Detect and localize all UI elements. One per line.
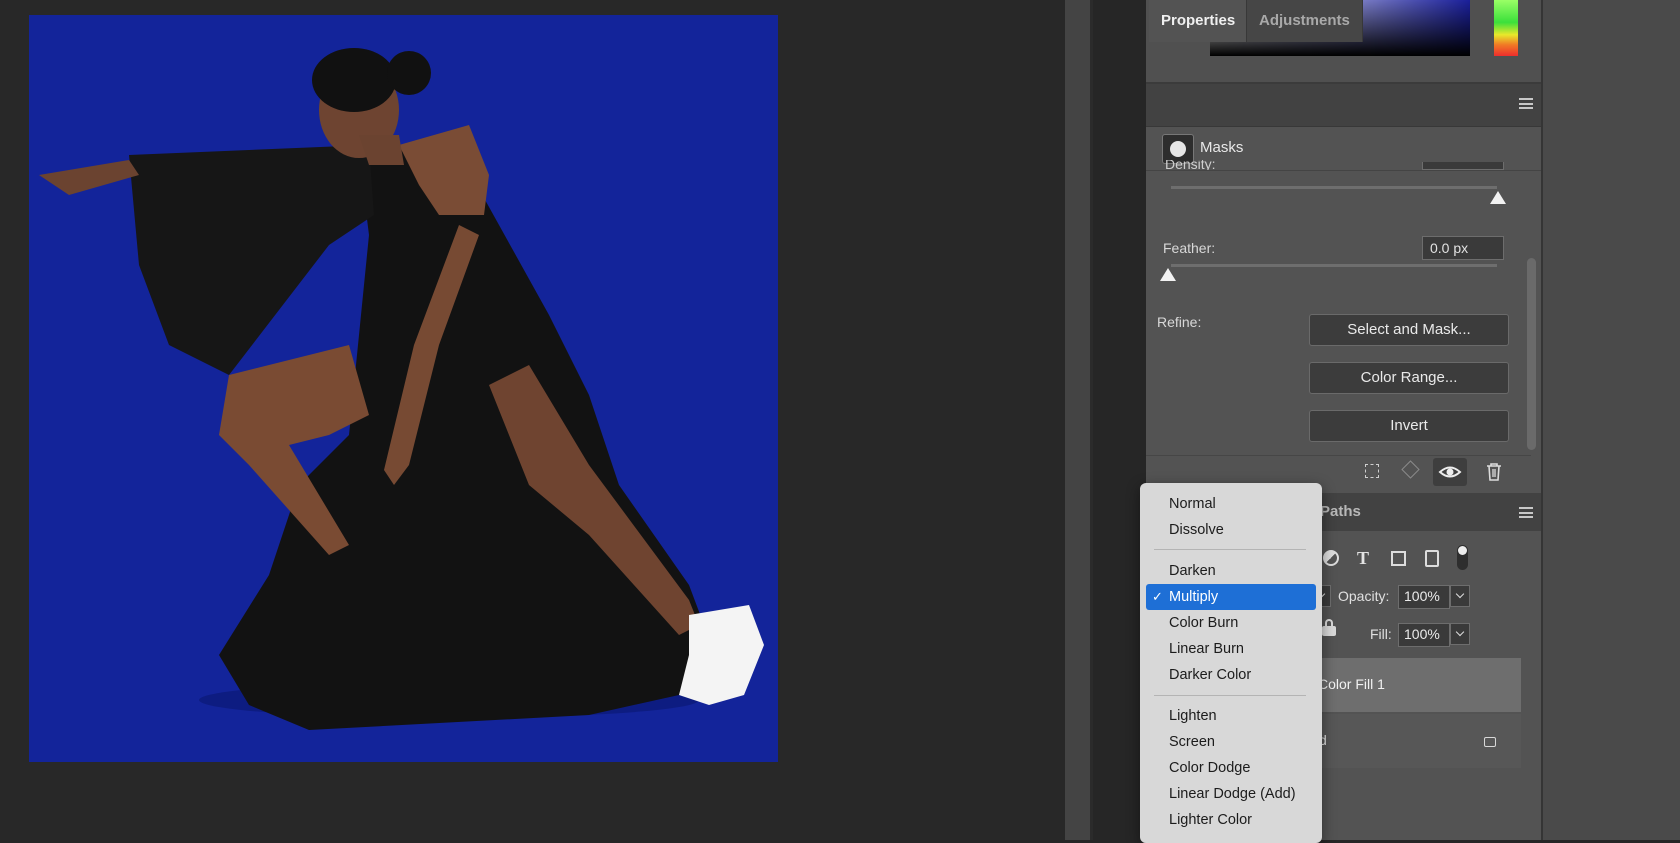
blend-option-darken[interactable]: Darken bbox=[1140, 558, 1322, 584]
masks-heading: Masks bbox=[1200, 139, 1244, 156]
selection-icon[interactable] bbox=[1365, 464, 1379, 478]
blend-option-dissolve[interactable]: Dissolve bbox=[1140, 517, 1322, 543]
fill-label: Fill: bbox=[1370, 626, 1392, 642]
right-dock-strip bbox=[1543, 0, 1680, 840]
properties-scrollbar[interactable] bbox=[1527, 258, 1536, 450]
photo-canvas[interactable] bbox=[29, 15, 778, 762]
feather-slider-thumb[interactable] bbox=[1160, 268, 1176, 281]
blend-option-multiply[interactable]: ✓ Multiply bbox=[1146, 584, 1316, 610]
adjustment-filter-icon[interactable] bbox=[1323, 550, 1339, 566]
blend-option-normal[interactable]: Normal bbox=[1140, 491, 1322, 517]
blend-option-label: Multiply bbox=[1169, 589, 1219, 605]
tab-adjustments[interactable]: Adjustments bbox=[1246, 0, 1363, 42]
smart-object-filter-icon[interactable] bbox=[1425, 550, 1439, 567]
eye-icon bbox=[1438, 466, 1462, 478]
filter-toggle-icon[interactable] bbox=[1457, 545, 1468, 570]
trash-icon[interactable] bbox=[1485, 462, 1503, 485]
masks-separator bbox=[1146, 170, 1541, 171]
opacity-chevron-icon[interactable] bbox=[1450, 585, 1470, 607]
tab-properties[interactable]: Properties bbox=[1149, 0, 1248, 42]
blend-option-color-dodge[interactable]: Color Dodge bbox=[1140, 755, 1322, 781]
blend-option-lighten[interactable]: Lighten bbox=[1140, 703, 1322, 729]
blend-option-linear-dodge[interactable]: Linear Dodge (Add) bbox=[1140, 781, 1322, 807]
shape-filter-icon[interactable] bbox=[1391, 551, 1406, 566]
color-range-button[interactable]: Color Range... bbox=[1309, 362, 1509, 394]
lock-all-icon[interactable] bbox=[1322, 619, 1336, 636]
properties-footer-separator bbox=[1146, 455, 1531, 456]
feather-label: Feather: bbox=[1163, 240, 1216, 256]
menu-separator bbox=[1154, 549, 1306, 550]
feather-field[interactable]: 0.0 px bbox=[1422, 236, 1504, 260]
dock-divider[interactable] bbox=[1090, 0, 1093, 840]
checkmark-icon: ✓ bbox=[1152, 589, 1163, 604]
blend-mode-menu[interactable]: Normal Dissolve Darken ✓ Multiply Color … bbox=[1140, 483, 1322, 843]
layers-menu-icon[interactable] bbox=[1519, 507, 1533, 518]
fill-chevron-icon[interactable] bbox=[1450, 623, 1470, 645]
refine-label: Refine: bbox=[1157, 314, 1202, 330]
eye-toggle-button[interactable] bbox=[1433, 458, 1467, 486]
layer-lock-icon bbox=[1484, 737, 1496, 747]
properties-tabbar bbox=[1146, 84, 1541, 127]
opacity-field[interactable]: 100% bbox=[1398, 585, 1450, 609]
menu-separator bbox=[1154, 695, 1306, 696]
tab-paths[interactable]: Paths bbox=[1320, 493, 1361, 531]
blend-option-linear-burn[interactable]: Linear Burn bbox=[1140, 636, 1322, 662]
fill-field[interactable]: 100% bbox=[1398, 623, 1450, 647]
hue-slider[interactable] bbox=[1494, 0, 1518, 56]
blend-option-color-burn[interactable]: Color Burn bbox=[1140, 610, 1322, 636]
opacity-label: Opacity: bbox=[1338, 588, 1390, 604]
invert-button[interactable]: Invert bbox=[1309, 410, 1509, 442]
density-field[interactable] bbox=[1422, 162, 1504, 170]
panel-menu-icon[interactable] bbox=[1519, 98, 1533, 109]
density-label: Density: bbox=[1165, 160, 1216, 170]
type-filter-icon[interactable]: T bbox=[1357, 548, 1369, 569]
feather-slider-track[interactable] bbox=[1171, 264, 1497, 267]
density-slider-thumb[interactable] bbox=[1490, 191, 1506, 204]
panel-dock-gutter bbox=[1065, 0, 1090, 840]
layer-name: Color Fill 1 bbox=[1318, 676, 1385, 692]
density-slider-track[interactable] bbox=[1171, 186, 1497, 189]
blend-option-darker-color[interactable]: Darker Color bbox=[1140, 662, 1322, 688]
select-and-mask-button[interactable]: Select and Mask... bbox=[1309, 314, 1509, 346]
photo-figure-image bbox=[39, 48, 764, 730]
blend-option-screen[interactable]: Screen bbox=[1140, 729, 1322, 755]
blend-option-lighter-color[interactable]: Lighter Color bbox=[1140, 807, 1322, 833]
